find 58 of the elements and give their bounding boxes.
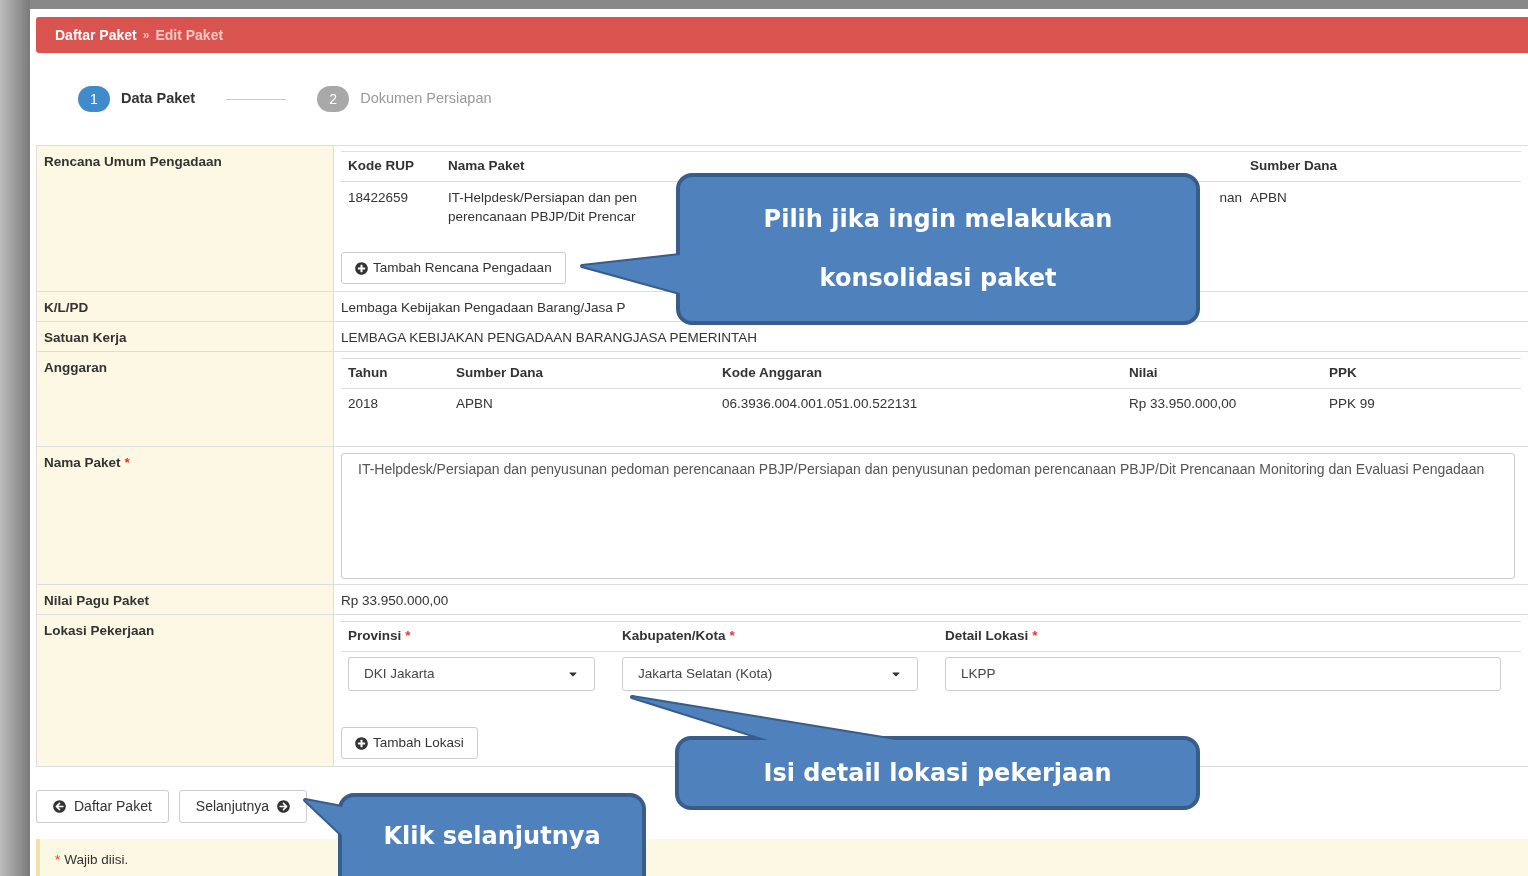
column-header: Kabupaten/Kota (622, 627, 726, 646)
note-text: Wajib diisi. (64, 851, 129, 869)
back-icon (53, 800, 66, 813)
field-label: Nilai Pagu Paket (44, 593, 150, 608)
table-cell-text: IT-Helpdesk/Persiapan dan pen (448, 189, 638, 207)
callout-text: Klik selanjutnya (383, 820, 601, 852)
required-mark: * (729, 627, 735, 646)
field-value: LEMBAGA KEBIJAKAN PENGADAAN BARANGJASA PEMERINTAH (341, 329, 759, 347)
next-button[interactable]: Selanjutnya (178, 790, 307, 823)
dropdown[interactable]: DKI Jakarta (348, 657, 595, 691)
back-button[interactable]: Daftar Paket (36, 790, 169, 823)
breadcrumb-link[interactable]: Daftar Paket (55, 24, 137, 46)
input-field[interactable]: LKPP (945, 657, 1501, 691)
table-cell-text: APBN (455, 394, 494, 413)
breadcrumb-separator: » (142, 27, 150, 44)
column-header: Detail Lokasi (945, 627, 1029, 646)
required-mark: * (1032, 627, 1038, 646)
callout-text: Pilih jika ingin melakukan (763, 204, 1113, 235)
column-header: Tahun (347, 364, 389, 383)
required-mark: * (405, 627, 411, 646)
callout-text: konsolidasi paket (819, 263, 1057, 294)
field-label: Nama Paket (44, 454, 121, 472)
table-cell-text: perencanaan PBJP/Dit Prencar (448, 208, 636, 226)
field-label: K/L/PD (44, 300, 89, 315)
field-label: Lokasi Pekerjaan (44, 623, 155, 638)
step-number: 1 (78, 86, 110, 112)
field-value: Lembaga Kebijakan Pengadaan Barang/Jasa P (341, 299, 627, 317)
callout-text: Isi detail lokasi pekerjaan (763, 758, 1112, 789)
column-header: Nama Paket (448, 157, 526, 176)
table-cell-text: 06.3936.004.001.051.00.522131 (721, 394, 919, 413)
column-header: PPK (1328, 364, 1358, 383)
step-label[interactable]: Data Paket (121, 88, 196, 110)
next-icon (277, 800, 290, 813)
plus-icon (355, 261, 368, 275)
required-mark: * (124, 454, 130, 472)
table-cell-text: PPK 99 (1328, 394, 1376, 413)
table-cell-text: nan (1218, 189, 1242, 207)
required-mark: * (55, 851, 61, 869)
table-cell-text: 2018 (347, 394, 380, 413)
table-cell-text: 18422659 (347, 189, 410, 207)
column-header: Kode RUP (347, 157, 415, 176)
add-location-button[interactable]: Tambah Lokasi (341, 727, 478, 759)
add-plan-button[interactable]: Tambah Rencana Pengadaan (341, 252, 566, 284)
column-header: Kode Anggaran (721, 364, 823, 383)
plus-icon (355, 736, 368, 750)
step-number: 2 (317, 86, 350, 112)
table-cell-text: Rp 33.950.000,00 (1128, 394, 1238, 413)
dropdown[interactable]: Jakarta Selatan (Kota) (622, 657, 918, 691)
field-label: Satuan Kerja (44, 330, 127, 345)
field-label: Rencana Umum Pengadaan (44, 154, 222, 169)
package-name-field[interactable]: IT-Helpdesk/Persiapan dan penyusunan pedoman perencanaan PBJP/Persiapan dan penyusunan pedoman perencanaan PBJP/Dit Prencanaan Monitoring dan Evaluasi Pengadaan (341, 453, 1515, 579)
field-label: Anggaran (44, 360, 107, 375)
column-header: Sumber Dana (455, 364, 545, 383)
column-header: Sumber Dana (1249, 157, 1339, 176)
column-header: Nilai (1128, 364, 1159, 383)
column-header: Provinsi (348, 627, 402, 646)
field-value: Rp 33.950.000,00 (341, 592, 450, 610)
table-cell-text: APBN (1249, 189, 1288, 207)
